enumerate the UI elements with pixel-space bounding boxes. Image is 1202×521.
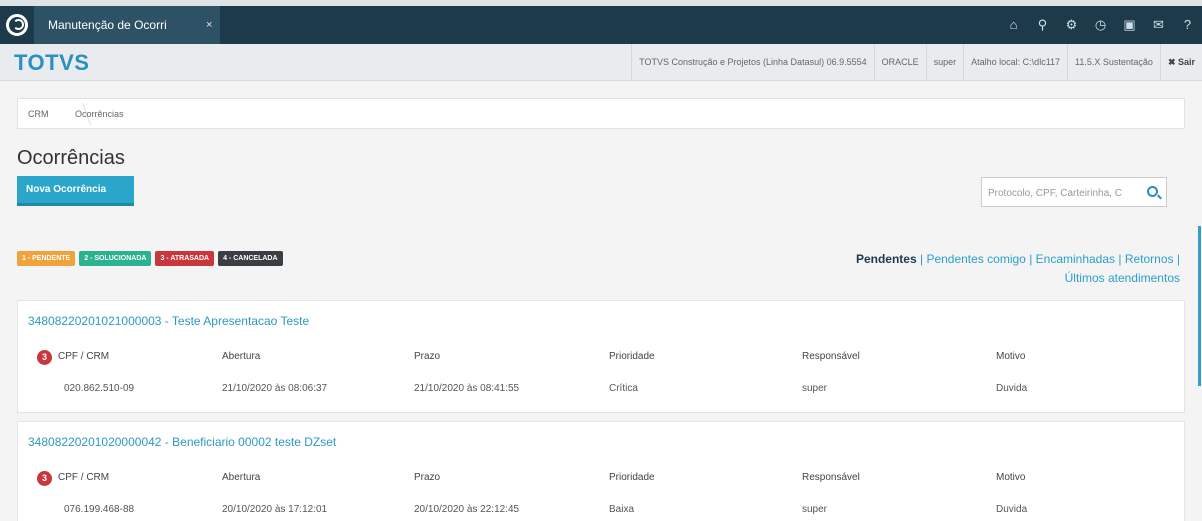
col-header-prioridade: Prioridade xyxy=(609,351,655,362)
gear-icon[interactable]: ⚙ xyxy=(1057,6,1086,44)
col-header-cpf: CPF / CRM xyxy=(58,351,110,362)
value-cpf: 076.199.468-88 xyxy=(64,504,135,515)
version-info: 11.5.X Sustentação xyxy=(1067,44,1160,81)
legend-solucionada: 2 - SOLUCIONADA xyxy=(79,251,152,266)
value-responsavel: super xyxy=(802,504,828,515)
legend-pendente: 1 - PENDENTE xyxy=(17,251,76,266)
tab-manutencao-ocorrencias[interactable]: Manutenção de Ocorri × xyxy=(34,6,220,44)
breadcrumb-crm[interactable]: CRM xyxy=(28,109,49,119)
filter-ultimos-atendimentos[interactable]: Últimos atendimentos xyxy=(1065,271,1180,285)
page-title: Ocorrências xyxy=(17,147,125,169)
help-icon[interactable]: ? xyxy=(1173,6,1202,44)
filter-pendentes[interactable]: Pendentes xyxy=(856,252,917,266)
scrollbar[interactable] xyxy=(1198,226,1201,386)
value-prazo: 20/10/2020 às 22:12:45 xyxy=(414,504,520,515)
filter-pendentes-comigo[interactable]: Pendentes comigo xyxy=(926,252,1025,266)
product-info: TOTVS Construção e Projetos (Linha Datas… xyxy=(631,44,873,81)
home-icon[interactable]: ⌂ xyxy=(999,6,1028,44)
logout-button[interactable]: ✖ Sair xyxy=(1159,44,1202,81)
col-header-responsavel: Responsável xyxy=(802,472,860,483)
mail-icon[interactable]: ✉ xyxy=(1144,6,1173,44)
occurrence-title-link[interactable]: 34808220201021000003 - Teste Apresentaca… xyxy=(28,314,309,328)
filter-separator: | xyxy=(1176,252,1180,266)
search-icon[interactable] xyxy=(1147,186,1158,197)
header-bar: TOTVS TOTVS Construção e Projetos (Linha… xyxy=(0,44,1202,81)
col-header-prazo: Prazo xyxy=(414,351,441,362)
col-header-motivo: Motivo xyxy=(996,472,1026,483)
clock-icon[interactable]: ◷ xyxy=(1086,6,1115,44)
status-badge: 3 xyxy=(37,471,52,486)
breadcrumb: CRM Ocorrências xyxy=(17,98,1185,129)
value-abertura: 20/10/2020 às 17:12:01 xyxy=(222,504,328,515)
legend-cancelada: 4 - CANCELADA xyxy=(218,251,283,266)
value-motivo: Duvida xyxy=(996,504,1028,515)
database-info: ORACLE xyxy=(873,44,926,81)
col-header-abertura: Abertura xyxy=(222,351,261,362)
value-prioridade: Baixa xyxy=(609,504,635,515)
search-box xyxy=(981,177,1167,207)
col-header-abertura: Abertura xyxy=(222,472,261,483)
value-prioridade: Crítica xyxy=(609,383,638,394)
col-header-motivo: Motivo xyxy=(996,351,1026,362)
document-icon[interactable]: ▣ xyxy=(1115,6,1144,44)
occurrence-card: 34808220201020000042 - Beneficiario 0000… xyxy=(17,421,1185,521)
value-motivo: Duvida xyxy=(996,383,1028,394)
user-info: super xyxy=(925,44,964,81)
value-cpf: 020.862.510-09 xyxy=(64,383,135,394)
close-icon[interactable]: × xyxy=(206,6,212,44)
col-header-prazo: Prazo xyxy=(414,472,441,483)
occurrence-card: 34808220201021000003 - Teste Apresentaca… xyxy=(17,300,1185,413)
legend-atrasada: 3 - ATRASADA xyxy=(155,251,215,266)
tab-label: Manutenção de Ocorri xyxy=(48,18,167,32)
filter-links: Pendentes | Pendentes comigo | Encaminha… xyxy=(740,250,1180,288)
top-toolbar: ⌂ ⚲ ⚙ ◷ ▣ ✉ ? xyxy=(999,6,1202,44)
filter-encaminhadas[interactable]: Encaminhadas xyxy=(1036,252,1115,266)
top-bar: Manutenção de Ocorri × ⌂ ⚲ ⚙ ◷ ▣ ✉ ? xyxy=(0,0,1202,44)
value-prazo: 21/10/2020 às 08:41:55 xyxy=(414,383,520,394)
status-badge: 3 xyxy=(37,350,52,365)
breadcrumb-ocorrencias: Ocorrências xyxy=(75,109,124,119)
sitemap-icon[interactable]: ⚲ xyxy=(1028,6,1057,44)
totvs-menu-icon[interactable] xyxy=(6,14,28,36)
status-legend: 1 - PENDENTE 2 - SOLUCIONADA 3 - ATRASAD… xyxy=(17,251,283,266)
occurrence-title-link[interactable]: 34808220201020000042 - Beneficiario 0000… xyxy=(28,435,336,449)
shortcut-info: Atalho local: C:\dlc117 xyxy=(963,44,1067,81)
col-header-prioridade: Prioridade xyxy=(609,472,655,483)
search-input[interactable] xyxy=(988,185,1138,201)
col-header-cpf: CPF / CRM xyxy=(58,472,110,483)
value-responsavel: super xyxy=(802,383,828,394)
new-occurrence-button[interactable]: Nova Ocorrência xyxy=(17,176,134,206)
header-info: TOTVS Construção e Projetos (Linha Datas… xyxy=(631,44,1202,81)
col-header-responsavel: Responsável xyxy=(802,351,860,362)
filter-retornos[interactable]: Retornos xyxy=(1125,252,1174,266)
brand-logo: TOTVS xyxy=(14,50,90,75)
value-abertura: 21/10/2020 às 08:06:37 xyxy=(222,383,328,394)
